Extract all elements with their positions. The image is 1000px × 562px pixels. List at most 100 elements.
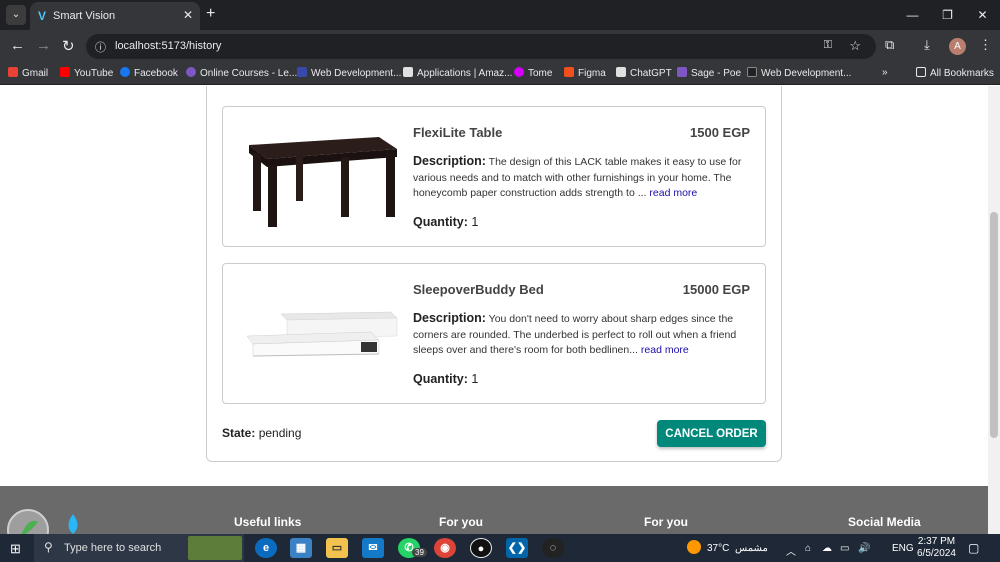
address-bar[interactable]: ⓘ localhost:5173/history ⚿ ☆ <box>86 34 876 59</box>
cancel-order-button[interactable]: CANCEL ORDER <box>657 420 766 447</box>
store-icon[interactable]: ▦ <box>290 538 312 558</box>
bookmark-applications-amazon[interactable]: Applications | Amaz... <box>403 67 512 79</box>
profile-avatar[interactable]: A <box>949 38 966 55</box>
edge-icon[interactable]: e <box>255 538 277 558</box>
tray-network-icon[interactable]: ⌂ <box>805 543 811 554</box>
state-label: State: <box>222 426 256 440</box>
folder-icon <box>916 67 926 77</box>
bookmark-facebook[interactable]: Facebook <box>120 67 178 79</box>
downloads-icon[interactable]: ⤓ <box>924 37 930 53</box>
tray-clock[interactable]: 2:37 PM 6/5/2024 <box>917 536 956 560</box>
quantity-label: Quantity: <box>413 215 468 229</box>
order-state: State: pending <box>222 426 301 440</box>
item-price: 1500 EGP <box>690 125 750 140</box>
poe-icon <box>677 67 687 77</box>
vscode-icon[interactable]: ❮❯ <box>506 538 528 558</box>
bookmark-web-development[interactable]: Web Development... <box>297 67 401 79</box>
bookmark-figma[interactable]: Figma <box>564 67 606 79</box>
bookmark-online-courses[interactable]: Online Courses - Le... <box>186 67 297 79</box>
tray-volume-icon[interactable]: 🔊 <box>858 543 870 554</box>
menu-kebab-icon[interactable]: ⋮ <box>979 37 992 53</box>
bookmark-star-icon[interactable]: ☆ <box>849 38 861 54</box>
bookmark-tome[interactable]: Tome <box>514 67 552 79</box>
page-scrollbar-thumb[interactable] <box>990 212 998 438</box>
taskbar-search[interactable]: ⚲ Type here to search <box>34 534 244 562</box>
footer-heading-for-you-2: For you <box>644 515 688 529</box>
forward-button[interactable]: → <box>36 37 51 54</box>
chrome-icon[interactable]: ◉ <box>434 538 456 558</box>
clock-date: 6/5/2024 <box>917 548 956 559</box>
search-highlight-image <box>188 536 242 560</box>
figma-icon <box>564 67 574 77</box>
gmail-icon <box>8 67 18 77</box>
table-product-image <box>249 137 397 227</box>
weather-sun-icon[interactable] <box>687 540 701 554</box>
more-bookmarks-chevron-icon[interactable]: » <box>882 67 888 78</box>
footer-heading-for-you: For you <box>439 515 483 529</box>
description-label: Description: <box>413 311 486 325</box>
item-description: Description: The design of this LACK tab… <box>413 154 753 202</box>
quantity-value: 1 <box>471 215 479 229</box>
recording-app-icon[interactable]: ● <box>470 538 492 558</box>
tray-onedrive-icon[interactable]: ☁ <box>822 543 832 554</box>
order-item: SleepoverBuddy Bed 15000 EGP Description… <box>222 263 766 404</box>
bookmark-sage-poe[interactable]: Sage - Poe <box>677 67 741 79</box>
new-tab-button[interactable]: + <box>206 5 215 23</box>
search-placeholder: Type here to search <box>64 542 162 554</box>
description-label: Description: <box>413 154 486 168</box>
password-key-icon[interactable]: ⚿ <box>824 39 832 52</box>
file-explorer-icon[interactable]: ▭ <box>326 538 348 558</box>
whatsapp-badge: 39 <box>412 548 427 557</box>
page-content: FlexiLite Table 1500 EGP Description: Th… <box>0 86 988 534</box>
tray-chevron-up-icon[interactable]: ︿ <box>786 543 796 558</box>
bed-product-image <box>246 311 398 357</box>
read-more-link[interactable]: read more <box>649 187 697 199</box>
vite-favicon-icon: V <box>38 9 47 23</box>
windows-start-icon[interactable]: ⊞ <box>10 541 21 557</box>
logo-seal-icon <box>7 509 49 534</box>
maximize-button[interactable]: ❐ <box>930 0 965 30</box>
close-tab-icon[interactable]: ✕ <box>183 8 193 22</box>
read-more-link[interactable]: read more <box>641 344 689 356</box>
bookmark-web-development-2[interactable]: Web Development... <box>747 67 851 79</box>
chatgpt-icon <box>616 67 626 77</box>
quantity-label: Quantity: <box>413 372 468 386</box>
tray-language[interactable]: ENG <box>892 543 914 554</box>
notifications-icon[interactable]: ▢ <box>968 541 979 555</box>
item-name: FlexiLite Table <box>413 125 503 140</box>
site-footer: Useful links For you For you Social Medi… <box>0 486 988 534</box>
obs-icon[interactable]: ◌ <box>542 538 564 558</box>
bookmark-youtube[interactable]: YouTube <box>60 67 113 79</box>
mail-icon[interactable]: ✉ <box>362 538 384 558</box>
item-description: Description: You don't need to worry abo… <box>413 311 753 359</box>
tray-battery-icon[interactable]: ▭ <box>840 543 849 554</box>
browser-toolbar: ← → ↻ ⓘ localhost:5173/history ⚿ ☆ ⧉ ⤓ ⋮ <box>0 30 1000 63</box>
item-name: SleepoverBuddy Bed <box>413 282 544 297</box>
bookmark-chatgpt[interactable]: ChatGPT <box>616 67 672 79</box>
udemy-icon <box>186 67 196 77</box>
tab-search-button[interactable]: ⌄ <box>6 5 26 25</box>
amazon-icon <box>403 67 413 77</box>
weather-desc[interactable]: مشمس <box>735 543 768 554</box>
footer-heading-social-media: Social Media <box>848 515 921 529</box>
extensions-icon[interactable]: ⧉ <box>885 37 894 53</box>
reload-button[interactable]: ↻ <box>62 37 75 55</box>
minimize-button[interactable]: — <box>895 0 930 30</box>
back-button[interactable]: ← <box>10 37 25 54</box>
window-controls: — ❐ ✕ <box>895 0 1000 30</box>
weather-temp[interactable]: 37°C <box>707 543 729 554</box>
site-info-icon[interactable]: ⓘ <box>95 39 106 55</box>
tab-title: Smart Vision <box>53 10 116 22</box>
item-quantity: Quantity: 1 <box>413 372 478 386</box>
bookmark-gmail[interactable]: Gmail <box>8 67 48 79</box>
tome-icon <box>514 67 524 77</box>
search-icon: ⚲ <box>44 540 53 554</box>
item-quantity: Quantity: 1 <box>413 215 478 229</box>
all-bookmarks[interactable]: All Bookmarks <box>916 67 994 79</box>
browser-tabstrip: ⌄ V Smart Vision ✕ + — ❐ ✕ <box>0 0 1000 30</box>
youtube-icon <box>60 67 70 77</box>
course-icon <box>297 67 307 77</box>
facebook-icon <box>120 67 130 77</box>
active-tab[interactable]: V Smart Vision ✕ <box>30 2 200 30</box>
close-window-button[interactable]: ✕ <box>965 0 1000 30</box>
